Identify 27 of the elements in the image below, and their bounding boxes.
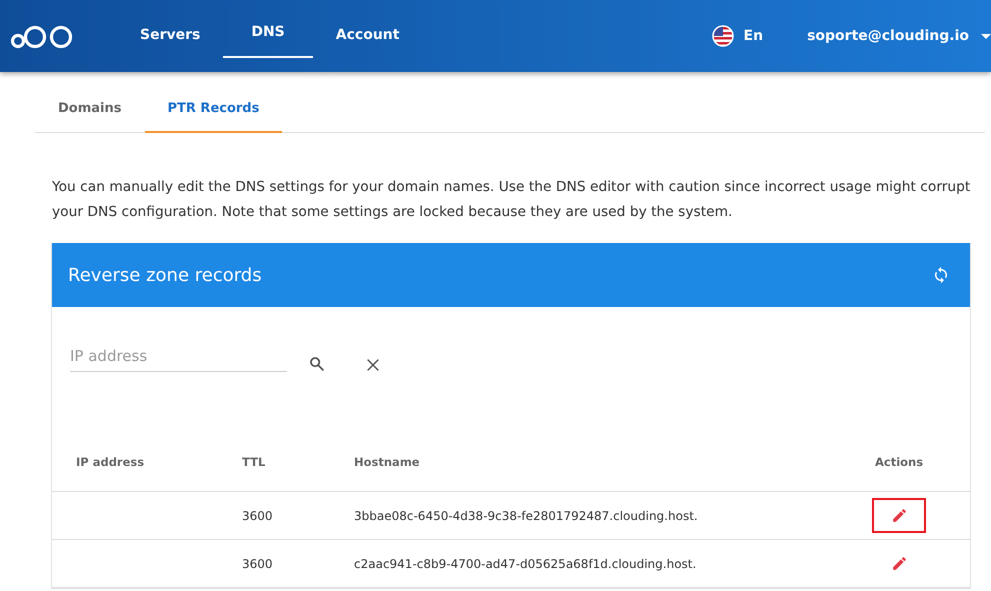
logo-icon[interactable] bbox=[11, 23, 75, 49]
refresh-icon[interactable] bbox=[932, 266, 950, 284]
column-header: Actions bbox=[875, 455, 924, 469]
card-title: Reverse zone records bbox=[68, 264, 262, 286]
tab[interactable]: Domains bbox=[35, 86, 144, 133]
nav-link[interactable]: Account bbox=[314, 0, 420, 72]
clear-icon[interactable] bbox=[365, 357, 381, 373]
pencil-icon bbox=[890, 555, 908, 572]
caret-icon[interactable] bbox=[981, 34, 991, 38]
column-header: IP address bbox=[76, 455, 144, 469]
language-label[interactable]: En bbox=[744, 28, 764, 44]
user-menu[interactable]: soporte@clouding.io bbox=[807, 28, 969, 44]
pencil-icon bbox=[890, 507, 908, 524]
table-cell: 3bbae08c-6450-4d38-9c38-fe2801792487.clouding.host. bbox=[354, 508, 698, 522]
intro-text: You can manually edit the DNS settings for your domain names. Use the DNS editor with caution since incorrect usage might corrupt your DNS configuration. Note that some settings are locked because they are used by the system. bbox=[52, 178, 972, 222]
table-cell: c2aac941-c8b9-4700-ad47-d05625a68f1d.clouding.host. bbox=[354, 556, 696, 570]
flag-icon[interactable] bbox=[712, 25, 734, 47]
ip-search-field[interactable]: IP address bbox=[70, 344, 287, 372]
search-icon[interactable] bbox=[308, 355, 326, 373]
edit-button[interactable] bbox=[872, 498, 926, 533]
tab[interactable]: PTR Records bbox=[144, 86, 282, 133]
column-header: Hostname bbox=[354, 455, 420, 469]
table-cell: 3600 bbox=[242, 508, 273, 522]
nav-link[interactable]: Servers bbox=[119, 0, 222, 72]
table-cell: 3600 bbox=[242, 556, 273, 570]
nav-link[interactable]: DNS bbox=[223, 0, 313, 58]
column-header: TTL bbox=[242, 455, 266, 469]
